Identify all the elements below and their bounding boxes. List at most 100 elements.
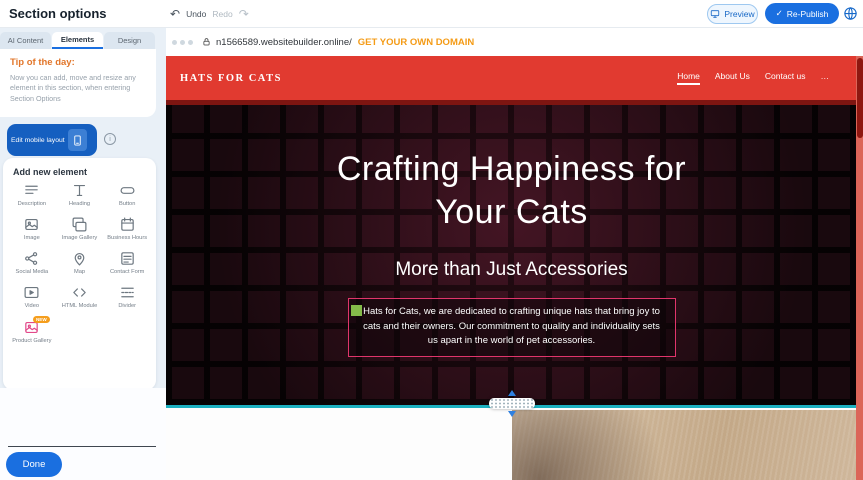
nav-more-icon[interactable]: … (821, 71, 830, 85)
hero-top-band (166, 100, 857, 105)
section-resize-handle[interactable] (489, 390, 535, 417)
tip-heading: Tip of the day: (10, 57, 146, 68)
edit-mobile-layout-button[interactable]: Edit mobile layout (7, 124, 97, 156)
tip-body: Now you can add, move and resize any ele… (10, 73, 146, 104)
next-section-image[interactable] (512, 410, 857, 480)
social-media-icon (23, 250, 40, 267)
drag-handle-icon (489, 398, 535, 409)
tab-label: Elements (61, 35, 94, 44)
hero-subheading[interactable]: More than Just Accessories (166, 259, 857, 281)
element-label: Social Media (16, 269, 49, 276)
add-new-element-panel: Add new element Description Heading Butt… (3, 158, 156, 390)
page-title: Section options (9, 6, 107, 21)
element-label: Description (18, 201, 46, 208)
heading-icon (71, 182, 88, 199)
get-own-domain-link[interactable]: GET YOUR OWN DOMAIN (358, 37, 474, 48)
tab-elements[interactable]: Elements (52, 32, 103, 49)
hero-heading-line2: Your Cats (166, 191, 857, 234)
add-element-button[interactable]: Button (103, 182, 151, 208)
section-options-sidebar: AI Content Elements Design Tip of the da… (0, 28, 166, 480)
nav-contact-us[interactable]: Contact us (765, 71, 806, 85)
info-icon[interactable]: i (104, 133, 116, 145)
add-element-business-hours[interactable]: Business Hours (103, 216, 151, 242)
hero-section[interactable]: Crafting Happiness forYour Cats More tha… (166, 100, 857, 405)
check-icon: ✓ (776, 8, 783, 19)
globe-language-icon[interactable] (843, 6, 858, 21)
add-element-social-media[interactable]: Social Media (8, 250, 56, 276)
tab-label: AI Content (8, 36, 43, 45)
top-toolbar: Section options ↶ Undo Redo ↷ Preview ✓ … (0, 0, 863, 28)
tab-design[interactable]: Design (104, 32, 155, 49)
add-element-description[interactable]: Description (8, 182, 56, 208)
element-label: Divider (118, 303, 136, 310)
monitor-icon (710, 9, 720, 19)
element-label: Button (119, 201, 135, 208)
republish-button[interactable]: ✓ Re-Publish (765, 3, 839, 24)
add-element-heading[interactable]: Heading (56, 182, 104, 208)
browser-chrome-bar: n1566589.websitebuilder.online/ GET YOUR… (166, 28, 857, 56)
redo-button[interactable]: Redo (212, 9, 232, 19)
button-icon (119, 182, 136, 199)
hero-heading[interactable]: Crafting Happiness forYour Cats (166, 148, 857, 233)
add-element-image[interactable]: Image (8, 216, 56, 242)
add-element-image-gallery[interactable]: Image Gallery (56, 216, 104, 242)
element-label: Product Gallery (12, 338, 51, 345)
tab-label: Design (118, 36, 141, 45)
sidebar-tabs: AI Content Elements Design (0, 32, 156, 49)
undo-button[interactable]: Undo (186, 9, 206, 19)
image-gallery-icon (71, 216, 88, 233)
window-control-dots (172, 40, 193, 45)
add-element-contact-form[interactable]: Contact Form (103, 250, 151, 276)
description-icon (23, 182, 40, 199)
element-label: Image (24, 235, 40, 242)
arrow-down-icon (508, 411, 516, 417)
undo-icon[interactable]: ↶ (170, 8, 180, 20)
add-element-video[interactable]: Video (8, 284, 56, 310)
site-nav: Home About Us Contact us … (677, 56, 829, 100)
element-label: Map (74, 269, 85, 276)
nav-home[interactable]: Home (677, 71, 700, 85)
tip-of-the-day: Tip of the day: Now you can add, move an… (0, 49, 156, 117)
element-label: Video (25, 303, 39, 310)
map-pin-icon (71, 250, 88, 267)
add-panel-title: Add new element (3, 158, 156, 182)
done-button[interactable]: Done (6, 452, 62, 477)
add-element-map[interactable]: Map (56, 250, 104, 276)
divider-icon (119, 284, 136, 301)
selection-handle[interactable] (351, 305, 362, 316)
tab-ai-content[interactable]: AI Content (0, 32, 51, 49)
hero-paragraph: Hats for Cats, we are dedicated to craft… (363, 306, 660, 346)
new-badge: NEW (33, 316, 50, 323)
image-icon (23, 216, 40, 233)
preview-button[interactable]: Preview (707, 4, 758, 24)
scrollbar-thumb[interactable] (857, 58, 863, 138)
element-label: Image Gallery (62, 235, 97, 242)
arrow-up-icon (508, 390, 516, 396)
add-element-divider[interactable]: Divider (103, 284, 151, 310)
site-header: HATS FOR CATS Home About Us Contact us … (166, 56, 857, 100)
preview-scrollbar[interactable] (856, 56, 863, 480)
video-icon (23, 284, 40, 301)
nav-about-us[interactable]: About Us (715, 71, 750, 85)
site-logo[interactable]: HATS FOR CATS (180, 73, 282, 84)
republish-label: Re-Publish (787, 9, 829, 19)
hero-heading-line1: Crafting Happiness for (166, 148, 857, 191)
history-controls: ↶ Undo Redo ↷ (170, 0, 249, 28)
lock-icon (202, 37, 211, 47)
element-label: HTML Module (62, 303, 98, 310)
element-label: Contact Form (110, 269, 144, 276)
website-preview: HATS FOR CATS Home About Us Contact us …… (166, 56, 857, 480)
preview-label: Preview (724, 9, 754, 19)
business-hours-icon (119, 216, 136, 233)
contact-form-icon (119, 250, 136, 267)
add-element-html-module[interactable]: HTML Module (56, 284, 104, 310)
element-label: Heading (69, 201, 90, 208)
done-label: Done (23, 459, 46, 470)
element-grid: Description Heading Button Image Image G… (3, 182, 156, 345)
redo-icon[interactable]: ↷ (239, 8, 249, 20)
site-url: n1566589.websitebuilder.online/ (216, 37, 352, 48)
edit-mobile-label: Edit mobile layout (11, 137, 65, 144)
add-element-product-gallery[interactable]: NEW Product Gallery (8, 319, 56, 345)
hero-text-box-selected[interactable]: Hats for Cats, we are dedicated to craft… (348, 298, 676, 357)
phone-icon (68, 129, 87, 151)
